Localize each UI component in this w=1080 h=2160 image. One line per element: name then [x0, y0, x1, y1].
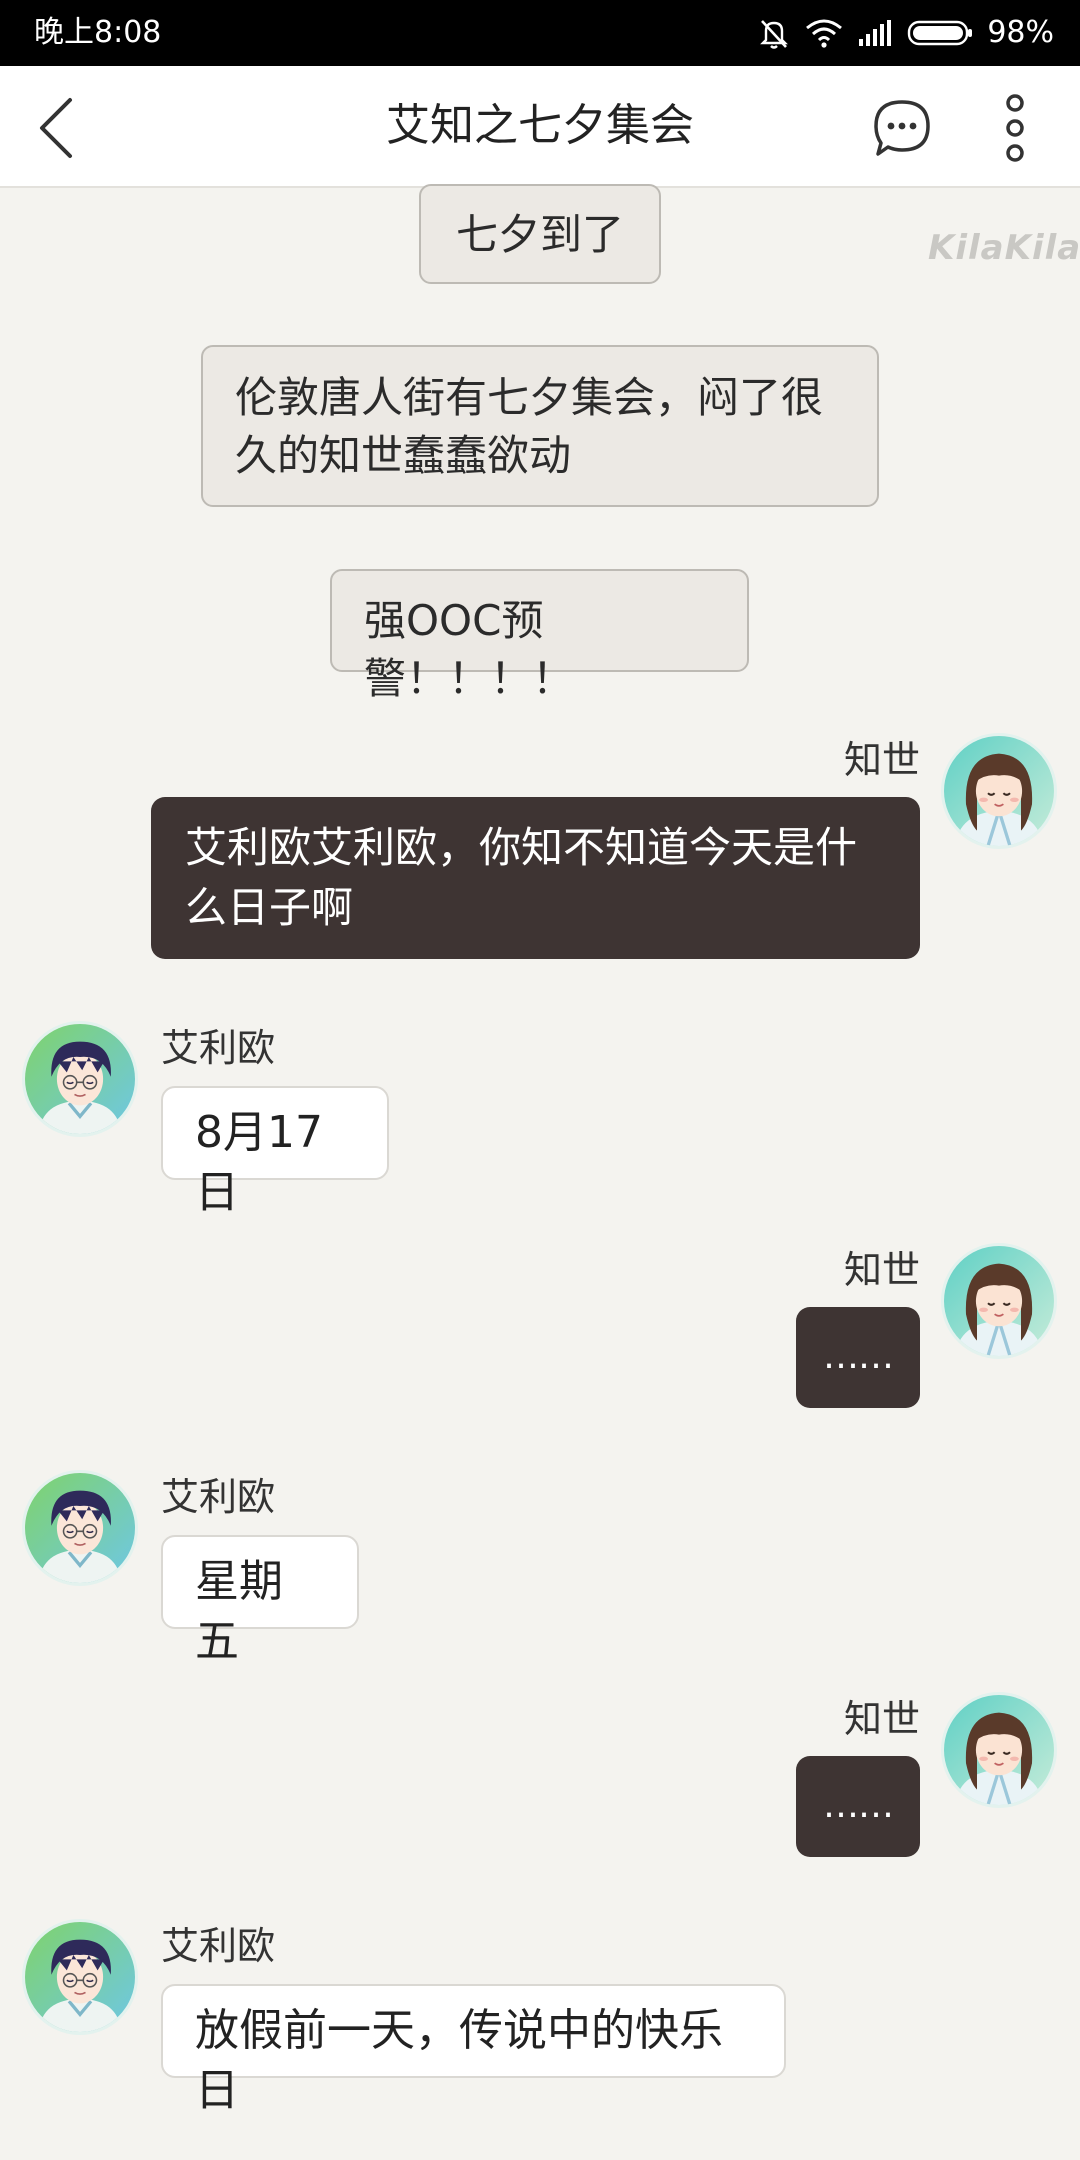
status-icons: 98% — [757, 10, 1054, 56]
chat-button[interactable] — [870, 96, 934, 160]
sender-name: 知世 — [843, 1248, 920, 1292]
status-time: 晚上8:08 — [34, 15, 162, 50]
avatar-tomoyo[interactable] — [941, 1692, 1057, 1808]
wifi-icon — [806, 19, 843, 48]
sender-name: 艾利欧 — [161, 1026, 276, 1070]
page-title: 艾知之七夕集会 — [386, 100, 694, 151]
back-arrow-icon — [40, 98, 72, 158]
avatar-eriol[interactable] — [22, 1470, 138, 1586]
more-options-button[interactable] — [990, 90, 1040, 166]
message-bubble-incoming[interactable]: 星期五 — [161, 1535, 359, 1667]
sender-name: 艾利欧 — [161, 1924, 276, 1968]
narration-bubble: 强OOC预警！！！！ — [330, 569, 749, 703]
back-button[interactable] — [30, 92, 100, 162]
sender-name: 艾利欧 — [161, 1475, 276, 1519]
chat-bubble-icon — [874, 100, 930, 156]
avatar-tomoyo[interactable] — [941, 733, 1057, 849]
battery-icon — [908, 20, 973, 46]
sender-name: 知世 — [843, 1697, 920, 1741]
more-vertical-icon — [1006, 94, 1024, 162]
message-bubble-outgoing[interactable]: …… — [796, 1756, 920, 1857]
mute-bell-icon — [760, 20, 789, 49]
message-bubble-incoming[interactable]: 放假前一天，传说中的快乐日 — [161, 1984, 786, 2116]
message-bubble-incoming[interactable]: 8月17日 — [161, 1086, 389, 1218]
message-bubble-outgoing[interactable]: 艾利欧艾利欧，你知不知道今天是什么日子啊 — [151, 797, 920, 959]
sender-name: 知世 — [843, 738, 920, 782]
chat-header: 艾知之七夕集会 — [0, 66, 1080, 188]
status-bar: 晚上8:08 98% — [0, 0, 1080, 66]
avatar-eriol[interactable] — [22, 1021, 138, 1137]
signal-icon — [859, 20, 892, 46]
message-bubble-outgoing[interactable]: …… — [796, 1307, 920, 1408]
avatar-eriol[interactable] — [22, 1919, 138, 2035]
narration-bubble: 七夕到了 — [419, 184, 661, 284]
watermark-logo: KilaKila — [928, 228, 1080, 268]
avatar-tomoyo[interactable] — [941, 1243, 1057, 1359]
battery-percentage: 98% — [987, 15, 1054, 50]
narration-bubble: 伦敦唐人街有七夕集会，闷了很久的知世蠢蠢欲动 — [201, 345, 879, 507]
